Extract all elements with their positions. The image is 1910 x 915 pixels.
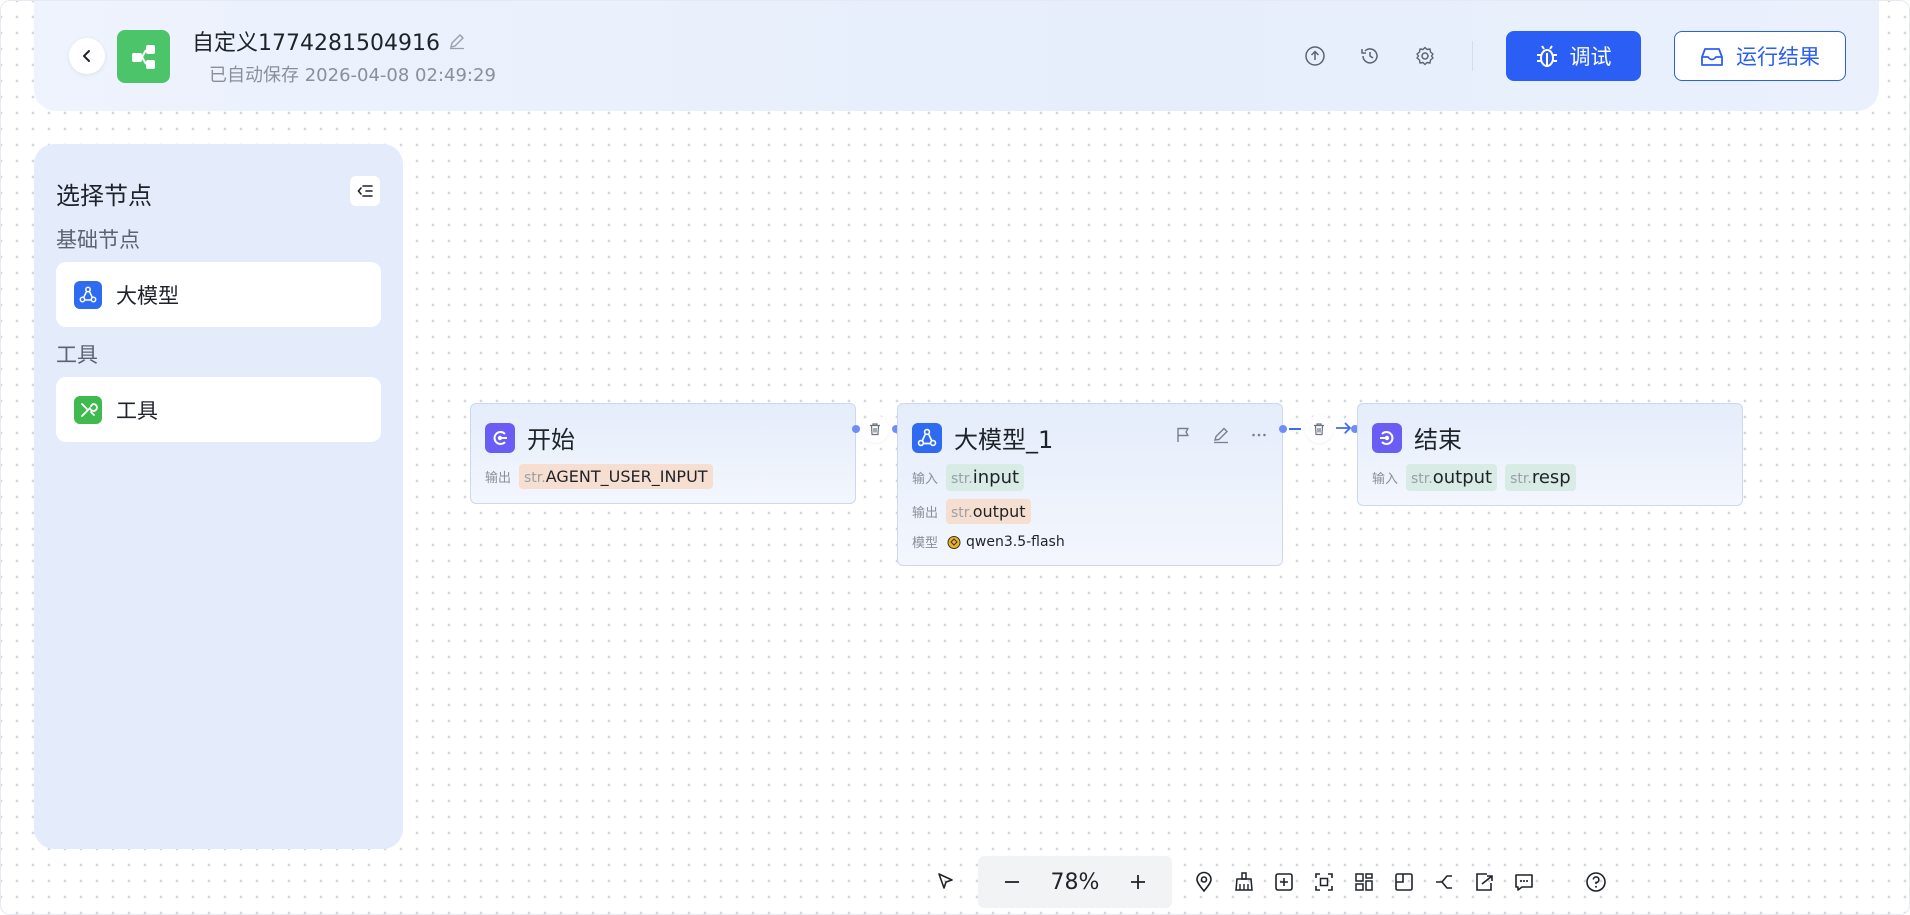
start-icon	[485, 422, 515, 453]
app-title-text: 自定义1774281504916	[192, 31, 440, 56]
tool-icon	[74, 395, 102, 424]
broom-icon	[1235, 872, 1253, 891]
locate-button[interactable]	[1184, 862, 1224, 902]
node-end[interactable]: 结束 输入 str. output str. resp	[1357, 403, 1743, 506]
export-icon	[1476, 873, 1493, 891]
edge-line	[1289, 428, 1301, 430]
delete-edge-button[interactable]	[1305, 415, 1333, 443]
chevron-left-icon	[83, 50, 90, 62]
export-button[interactable]	[1464, 862, 1504, 902]
delete-edge-button[interactable]	[861, 415, 889, 443]
fit-view-button[interactable]	[1304, 862, 1344, 902]
clean-layout-button[interactable]	[1224, 862, 1264, 902]
minus-icon	[1005, 881, 1019, 883]
llm-icon	[912, 422, 942, 453]
fit-view-icon	[1315, 873, 1333, 891]
comment-icon	[1515, 874, 1533, 891]
llm-icon	[74, 280, 102, 309]
auto-layout-button[interactable]	[1344, 862, 1384, 902]
cursor-icon	[938, 873, 953, 889]
output-param-tag: str. AGENT_USER_INPUT	[519, 464, 713, 489]
sidebar-item-tool[interactable]: 工具	[56, 377, 381, 442]
more-icon[interactable]	[1248, 424, 1270, 446]
debug-button[interactable]: 调试	[1506, 31, 1641, 81]
header-divider	[1472, 41, 1473, 71]
node-llm[interactable]: 大模型_1 输入 str. input 输出 str. output 模型 qwen…	[897, 403, 1283, 566]
add-box-icon	[1275, 873, 1293, 891]
sidebar-item-label: 工具	[116, 398, 158, 423]
minimap-button[interactable]	[1384, 862, 1424, 902]
canvas-toolbar: 78%	[926, 854, 1616, 910]
add-node-button[interactable]	[1264, 862, 1304, 902]
branch-icon	[1436, 875, 1452, 889]
run-result-label: 运行结果	[1736, 45, 1820, 69]
node-selector-panel: 选择节点 基础节点 大模型 工具 工具	[34, 144, 403, 849]
model-label: 模型	[912, 536, 939, 551]
node-title: 开始	[527, 426, 575, 454]
back-button[interactable]	[69, 38, 105, 74]
layout-grid-icon	[1355, 873, 1373, 891]
zoom-level: 78%	[1050, 869, 1100, 895]
edit-icon[interactable]	[1210, 424, 1232, 446]
header-bar: 自定义1774281504916 已自动保存 2026-04-08 02:49:…	[34, 1, 1879, 111]
section-basic-nodes: 基础节点	[56, 228, 140, 252]
output-label: 输出	[485, 471, 512, 486]
input-label: 输入	[1372, 472, 1399, 487]
panel-title: 选择节点	[56, 182, 152, 210]
section-tools: 工具	[56, 343, 98, 367]
history-button[interactable]	[1357, 43, 1383, 69]
branch-button[interactable]	[1424, 862, 1464, 902]
workflow-app-icon	[117, 30, 170, 83]
run-result-button[interactable]: 运行结果	[1674, 31, 1846, 81]
collapse-panel-button[interactable]	[350, 176, 380, 206]
flag-icon[interactable]	[1172, 424, 1194, 446]
inbox-icon	[1701, 48, 1723, 66]
output-label: 输出	[912, 506, 939, 521]
publish-button[interactable]	[1302, 43, 1328, 69]
help-button[interactable]	[1576, 862, 1616, 902]
zoom-out-button[interactable]	[992, 862, 1032, 902]
llm-output-port[interactable]	[1279, 425, 1287, 433]
debug-label: 调试	[1569, 45, 1612, 69]
zoom-control: 78%	[978, 856, 1172, 908]
help-icon	[1586, 872, 1606, 892]
qwen-logo-icon	[947, 535, 961, 549]
gear-icon	[1416, 46, 1434, 66]
edit-title-icon[interactable]	[448, 32, 466, 50]
app-title: 自定义1774281504916	[192, 25, 466, 57]
node-start[interactable]: 开始 输出 str. AGENT_USER_INPUT	[470, 403, 856, 504]
input-label: 输入	[912, 472, 939, 487]
history-icon	[1361, 48, 1378, 64]
location-icon	[1196, 871, 1212, 893]
node-title: 结束	[1414, 426, 1462, 454]
comment-button[interactable]	[1504, 862, 1544, 902]
trash-icon	[870, 423, 880, 436]
plus-icon	[1131, 875, 1145, 889]
settings-button[interactable]	[1412, 43, 1438, 69]
input-param-tag: str. output	[1406, 464, 1498, 491]
node-title: 大模型_1	[954, 426, 1054, 454]
collapse-icon	[357, 185, 373, 197]
trash-icon	[1314, 423, 1324, 436]
input-param-tag: str. resp	[1505, 464, 1576, 491]
autosave-status: 已自动保存 2026-04-08 02:49:29	[209, 65, 496, 86]
model-value: qwen3.5-flash	[946, 534, 1065, 550]
bug-icon	[1536, 45, 1557, 67]
upload-icon	[1305, 46, 1325, 66]
zoom-in-button[interactable]	[1118, 862, 1158, 902]
start-output-port[interactable]	[852, 425, 860, 433]
workflow-canvas[interactable]: 自定义1774281504916 已自动保存 2026-04-08 02:49:…	[0, 0, 1910, 915]
end-icon	[1372, 422, 1402, 453]
sidebar-item-llm[interactable]: 大模型	[56, 262, 381, 327]
sidebar-item-label: 大模型	[116, 283, 179, 308]
minimap-icon	[1395, 873, 1413, 891]
input-param-tag: str. input	[946, 464, 1025, 491]
output-param-tag: str. output	[946, 499, 1031, 524]
pointer-tool-button[interactable]	[926, 862, 966, 902]
